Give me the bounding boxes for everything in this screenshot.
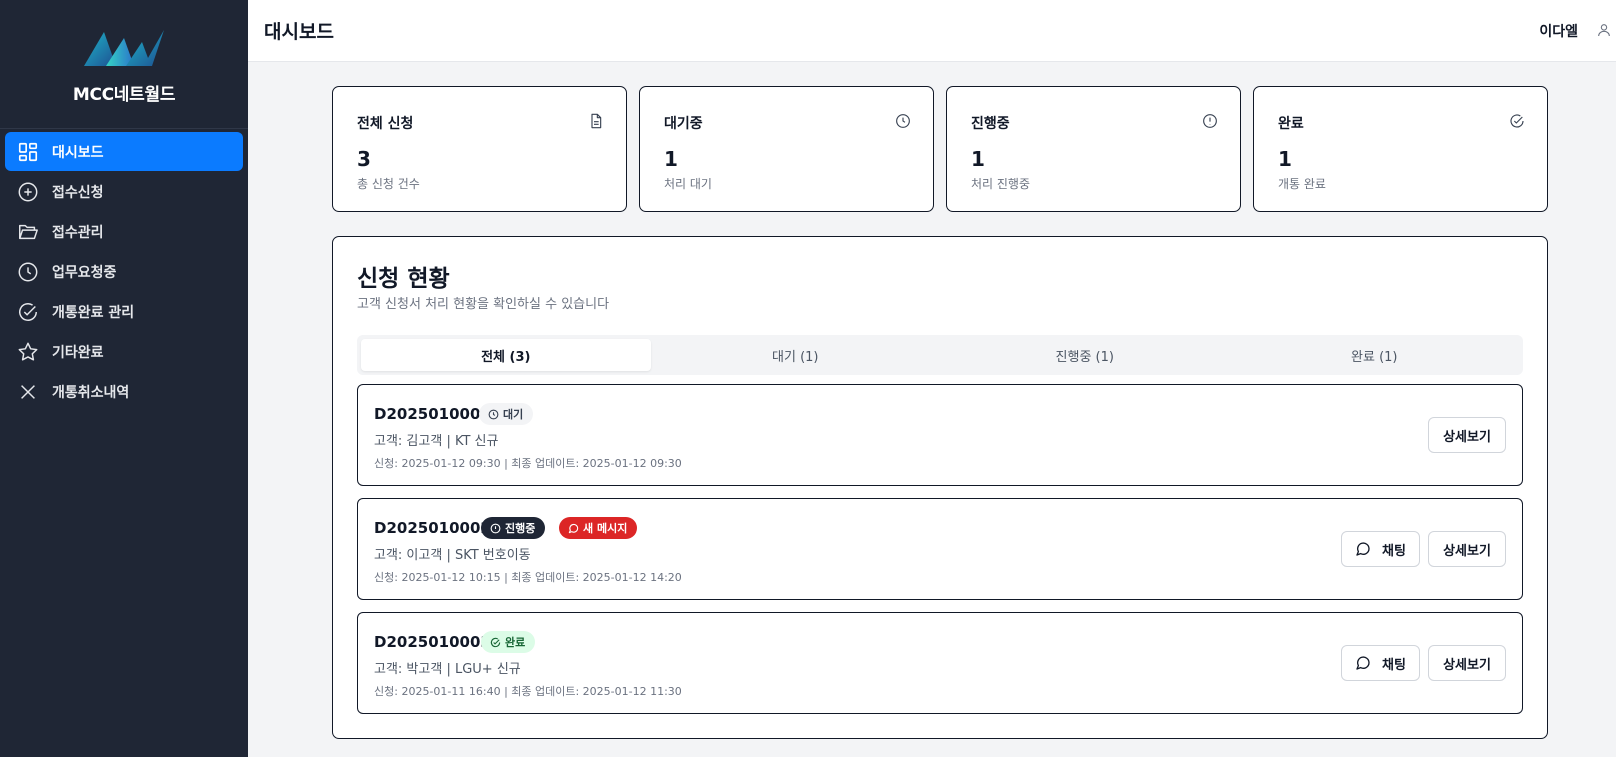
- sidebar-item-label: 대시보드: [52, 144, 104, 161]
- sidebar-item-activation-done[interactable]: 개통완료 관리: [5, 292, 243, 331]
- user-icon[interactable]: [1596, 22, 1612, 38]
- stat-card-waiting: 대기중 1 처리 대기: [639, 86, 934, 212]
- chat-button-label: 채팅: [1382, 657, 1406, 673]
- status-badge-label: 완료: [505, 636, 526, 649]
- stat-label: 전체 신청: [357, 116, 414, 132]
- dashboard-icon: [18, 142, 38, 161]
- tab-done[interactable]: 완료 (1): [1230, 339, 1520, 371]
- clock-icon: [18, 262, 38, 281]
- stat-value: 1: [1278, 147, 1292, 171]
- clock-icon: [488, 409, 499, 419]
- sidebar-item-dashboard[interactable]: 대시보드: [5, 132, 243, 171]
- stat-desc: 처리 대기: [664, 177, 712, 191]
- application-dates: 신청: 2025-01-11 16:40 | 최종 업데이트: 2025-01-…: [374, 685, 682, 698]
- sidebar-item-requests[interactable]: 업무요청중: [5, 252, 243, 291]
- sidebar-item-label: 접수신청: [52, 184, 104, 201]
- applications-panel: 신청 현황 고객 신청서 처리 현황을 확인하실 수 있습니다 전체 (3) 대…: [332, 236, 1548, 739]
- application-dates: 신청: 2025-01-12 10:15 | 최종 업데이트: 2025-01-…: [374, 571, 682, 584]
- customer-info: 고객: 이고객 | SKT 번호이동: [374, 548, 531, 563]
- chat-button[interactable]: 채팅: [1341, 531, 1420, 567]
- stat-card-done: 완료 1 개통 완료: [1253, 86, 1548, 212]
- sidebar-item-label: 접수관리: [52, 224, 104, 241]
- application-id: D2025010002: [374, 519, 491, 537]
- clock-icon: [896, 114, 910, 128]
- plus-circle-icon: [18, 182, 38, 201]
- stat-label: 진행중: [971, 116, 1010, 132]
- customer-info: 고객: 박고객 | LGU+ 신규: [374, 662, 521, 677]
- folder-open-icon: [19, 224, 38, 239]
- stat-desc: 처리 진행중: [971, 177, 1031, 191]
- new-message-badge: 새 메시지: [559, 517, 638, 539]
- new-message-label: 새 메시지: [583, 522, 628, 535]
- stat-value: 1: [971, 147, 985, 171]
- alert-circle-icon: [490, 523, 501, 533]
- sidebar: MCC네트월드 대시보드 접수신청 접수관리 업무요청중 개통완료 관리 기타완…: [0, 0, 248, 757]
- stat-value: 3: [357, 147, 371, 171]
- sidebar-item-label: 개통취소내역: [52, 384, 130, 401]
- application-row: D2025010002 진행중 새 메시지 고객: 이고객 | SKT 번호이동…: [357, 498, 1523, 600]
- stat-desc: 개통 완료: [1278, 177, 1326, 191]
- panel-title: 신청 현황: [357, 266, 450, 292]
- panel-subtitle: 고객 신청서 처리 현황을 확인하실 수 있습니다: [357, 297, 610, 312]
- status-badge-done: 완료: [481, 631, 536, 653]
- sidebar-item-apply[interactable]: 접수신청: [5, 172, 243, 211]
- message-circle-icon: [1356, 656, 1370, 670]
- application-row: D2025010003 완료 고객: 박고객 | LGU+ 신규 신청: 202…: [357, 612, 1523, 714]
- application-dates: 신청: 2025-01-12 09:30 | 최종 업데이트: 2025-01-…: [374, 457, 682, 470]
- stat-value: 1: [664, 147, 678, 171]
- alert-circle-icon: [1203, 114, 1217, 128]
- detail-button[interactable]: 상세보기: [1428, 531, 1506, 567]
- top-header: 대시보드 이다엘: [248, 0, 1616, 62]
- stat-card-in-progress: 진행중 1 처리 진행중: [946, 86, 1241, 212]
- detail-button[interactable]: 상세보기: [1428, 645, 1506, 681]
- brand-logo: [84, 30, 164, 66]
- sidebar-item-manage[interactable]: 접수관리: [5, 212, 243, 251]
- brand-name: MCC네트월드: [72, 85, 176, 105]
- user-name[interactable]: 이다엘: [1539, 21, 1578, 41]
- chat-button-label: 채팅: [1382, 543, 1406, 559]
- sidebar-nav: 대시보드 접수신청 접수관리 업무요청중 개통완료 관리 기타완료 개통취소내역: [0, 129, 248, 411]
- star-icon: [18, 342, 38, 361]
- stat-desc: 총 신청 건수: [357, 177, 420, 191]
- status-badge-label: 진행중: [505, 522, 536, 535]
- status-tabs: 전체 (3) 대기 (1) 진행중 (1) 완료 (1): [357, 335, 1523, 375]
- file-text-icon: [591, 113, 602, 129]
- brand: MCC네트월드: [0, 0, 248, 129]
- check-circle-icon: [19, 302, 37, 321]
- stat-label: 완료: [1278, 116, 1304, 132]
- close-icon: [21, 384, 35, 399]
- status-badge-in-progress: 진행중: [481, 517, 546, 539]
- stat-label: 대기중: [664, 116, 703, 132]
- sidebar-item-label: 업무요청중: [52, 264, 117, 281]
- message-circle-icon: [568, 523, 579, 533]
- check-circle-icon: [490, 637, 501, 647]
- status-badge-label: 대기: [503, 408, 524, 421]
- sidebar-item-label: 기타완료: [52, 344, 104, 361]
- check-circle-icon: [1510, 114, 1524, 128]
- sidebar-item-cancel-history[interactable]: 개통취소내역: [5, 372, 243, 411]
- tab-in-progress[interactable]: 진행중 (1): [940, 339, 1230, 371]
- application-id: D2025010003: [374, 633, 491, 651]
- status-badge-waiting: 대기: [479, 403, 534, 425]
- message-circle-icon: [1356, 542, 1370, 556]
- application-id: D2025010001: [374, 405, 491, 423]
- sidebar-item-other-done[interactable]: 기타완료: [5, 332, 243, 371]
- page-title: 대시보드: [264, 21, 334, 43]
- sidebar-item-label: 개통완료 관리: [52, 304, 135, 321]
- detail-button[interactable]: 상세보기: [1428, 417, 1506, 453]
- application-row: D2025010001 대기 고객: 김고객 | KT 신규 신청: 2025-…: [357, 384, 1523, 486]
- tab-waiting[interactable]: 대기 (1): [651, 339, 941, 371]
- tab-all[interactable]: 전체 (3): [361, 339, 651, 371]
- chat-button[interactable]: 채팅: [1341, 645, 1420, 681]
- customer-info: 고객: 김고객 | KT 신규: [374, 434, 499, 449]
- stat-card-total: 전체 신청 3 총 신청 건수: [332, 86, 627, 212]
